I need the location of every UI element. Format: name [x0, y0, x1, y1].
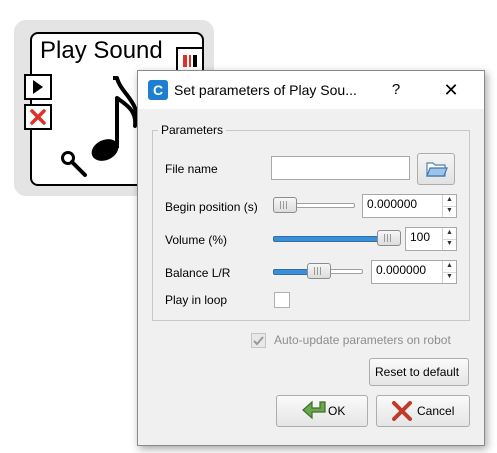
volume-spinbox[interactable]: 100 ▲ ▼ — [405, 227, 457, 251]
browse-button[interactable] — [417, 153, 455, 185]
spin-down-icon[interactable]: ▼ — [443, 206, 456, 217]
reset-button-label: Reset to default — [375, 365, 460, 379]
choregraphe-app-icon: C — [148, 80, 168, 100]
begin-position-label: Begin position (s) — [165, 200, 258, 214]
file-name-input[interactable] — [271, 156, 410, 180]
slider-handle[interactable] — [377, 230, 401, 246]
spin-down-icon[interactable]: ▼ — [443, 239, 456, 250]
balance-value: 0.000000 — [376, 263, 427, 277]
cancel-button[interactable]: Cancel — [376, 395, 470, 427]
wrench-icon[interactable] — [60, 150, 88, 178]
cancel-label: Cancel — [417, 404, 455, 418]
red-x-icon — [392, 401, 412, 421]
box-title: Play Sound — [40, 37, 163, 64]
spin-arrows: ▲ ▼ — [442, 261, 456, 283]
volume-value: 100 — [410, 230, 431, 244]
input-port-play[interactable] — [24, 74, 52, 100]
begin-position-value: 0.000000 — [367, 197, 418, 211]
ok-button[interactable]: OK — [276, 395, 368, 427]
groupbox-title: Parameters — [158, 123, 227, 137]
begin-position-spinbox[interactable]: 0.000000 ▲ ▼ — [362, 194, 457, 218]
balance-spinbox[interactable]: 0.000000 ▲ ▼ — [371, 260, 457, 284]
folder-icon — [426, 162, 448, 177]
auto-update-label: Auto-update parameters on robot — [274, 333, 451, 347]
slider-fill — [273, 236, 390, 242]
volume-label: Volume (%) — [165, 233, 228, 247]
slider-handle[interactable] — [307, 263, 331, 279]
parameters-dialog: C Set parameters of Play Sou... ? ✕ Para… — [137, 70, 485, 446]
checkmark-icon — [253, 336, 264, 346]
music-note-icon — [91, 76, 139, 161]
spin-arrows: ▲ ▼ — [442, 195, 456, 217]
reset-to-default-button[interactable]: Reset to default — [369, 358, 469, 386]
stop-icon — [30, 109, 46, 125]
begin-position-slider[interactable] — [273, 195, 355, 215]
balance-slider[interactable] — [273, 261, 363, 281]
play-in-loop-checkbox[interactable] — [274, 292, 290, 308]
ok-label: OK — [328, 404, 346, 418]
green-arrow-icon — [302, 400, 326, 420]
volume-slider[interactable] — [273, 228, 401, 248]
slider-handle[interactable] — [273, 197, 297, 213]
input-port-stop[interactable] — [24, 104, 52, 130]
play-icon — [33, 80, 43, 94]
close-button[interactable]: ✕ — [434, 76, 468, 104]
help-button[interactable]: ? — [386, 80, 406, 100]
dialog-titlebar[interactable]: C Set parameters of Play Sou... ? ✕ — [138, 71, 484, 109]
spin-down-icon[interactable]: ▼ — [443, 272, 456, 283]
balance-label: Balance L/R — [165, 266, 231, 280]
dialog-title: Set parameters of Play Sou... — [174, 82, 357, 98]
spin-arrows: ▲ ▼ — [442, 228, 456, 250]
play-in-loop-label: Play in loop — [165, 293, 228, 307]
auto-update-checkbox[interactable] — [251, 333, 266, 348]
file-name-label: File name — [165, 162, 218, 176]
